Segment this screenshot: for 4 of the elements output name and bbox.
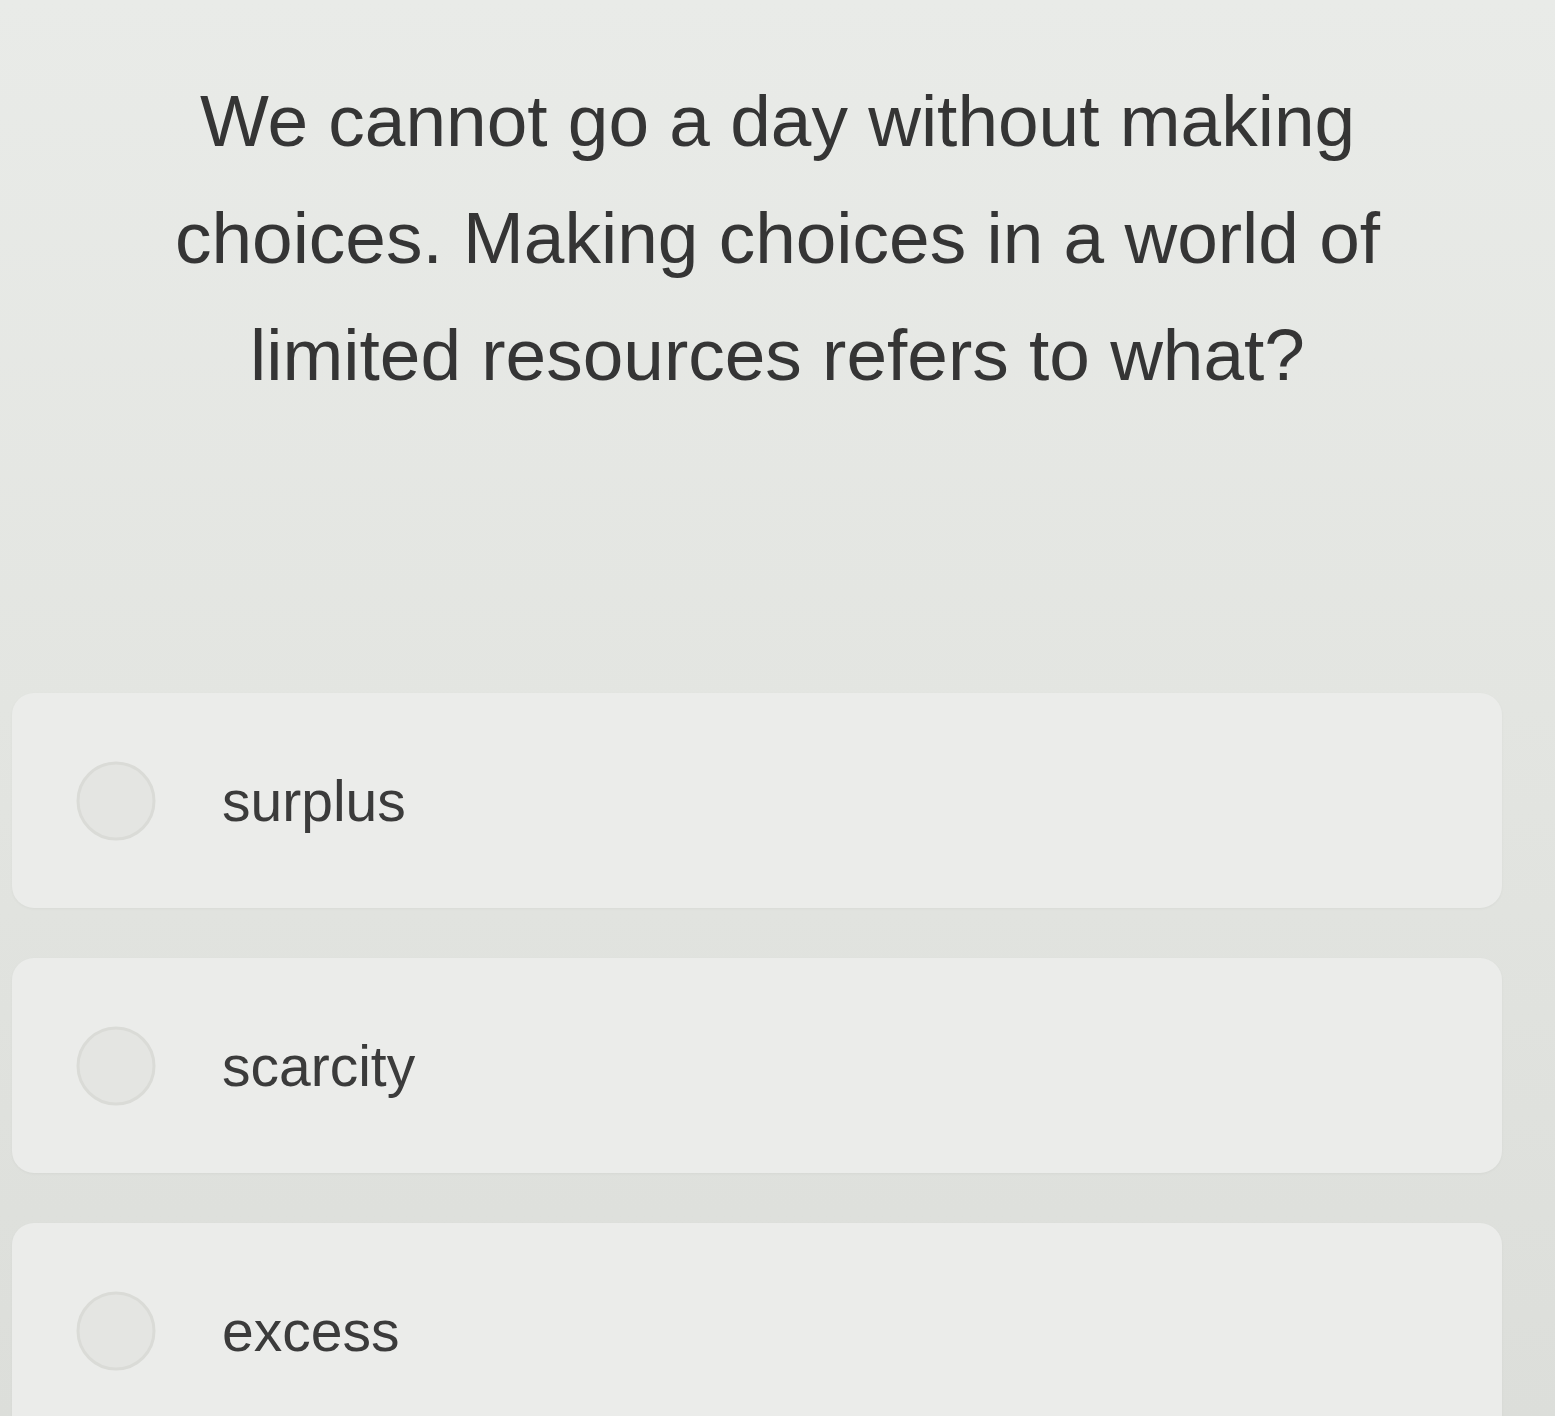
answer-option[interactable]: surplus — [12, 693, 1502, 908]
answer-option[interactable]: excess — [12, 1223, 1502, 1416]
question-text: We cannot go a day without making choices. Making choices in a world of limited resources refers to what? — [173, 79, 1382, 397]
answer-option[interactable]: scarcity — [12, 958, 1502, 1173]
